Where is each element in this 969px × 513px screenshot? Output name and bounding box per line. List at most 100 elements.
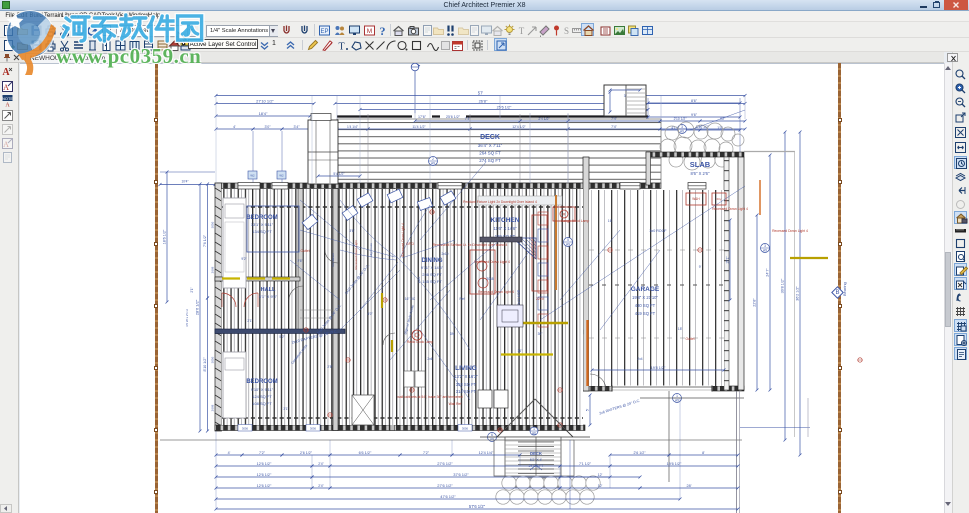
svg-text:Outlet: Outlet xyxy=(300,249,309,253)
svg-text:19'8 1/2": 19'8 1/2" xyxy=(651,366,666,370)
svg-text:25'6 1/2": 25'6 1/2" xyxy=(497,105,512,109)
svg-text:A9: A9 xyxy=(680,129,684,133)
svg-text:DN: DN xyxy=(450,332,455,336)
svg-text:3'4": 3'4" xyxy=(294,125,301,129)
svg-text:7'2": 7'2" xyxy=(259,451,266,455)
svg-text:3'1": 3'1" xyxy=(283,407,288,411)
svg-text:GARAGE: GARAGE xyxy=(631,286,660,293)
svg-text:314 SQ FT: 314 SQ FT xyxy=(456,389,477,394)
svg-text:22'8": 22'8" xyxy=(753,298,757,307)
svg-text:236 SQ FT: 236 SQ FT xyxy=(422,272,442,277)
svg-text:A9: A9 xyxy=(675,398,679,402)
svg-text:Pendant Fixture Light 2x Downl: Pendant Fixture Light 2x Downlight Over … xyxy=(463,200,537,204)
svg-text:3'6 W x 2'1 H: 3'6 W x 2'1 H xyxy=(185,309,189,327)
svg-text:4': 4' xyxy=(233,125,236,129)
svg-text:9'6": 9'6" xyxy=(691,113,698,117)
svg-text:18'4": 18'4" xyxy=(259,111,268,116)
svg-text:3: 3 xyxy=(764,244,766,248)
svg-text:DECK: DECK xyxy=(530,451,542,456)
svg-text:Recessed Down Light 4: Recessed Down Light 4 xyxy=(478,290,514,294)
svg-text:2x10: 2x10 xyxy=(417,276,421,283)
svg-text:9': 9' xyxy=(699,265,702,269)
svg-text:2'1": 2'1" xyxy=(190,287,194,292)
svg-text:2'4 1/2": 2'4 1/2" xyxy=(538,117,550,121)
svg-text:264 SQ FT: 264 SQ FT xyxy=(479,151,501,156)
svg-text:12': 12' xyxy=(598,473,603,477)
svg-text:Cantilever: Cantilever xyxy=(331,253,335,267)
svg-text:27'6 1/2": 27'6 1/2" xyxy=(437,483,453,488)
svg-text:7'4": 7'4" xyxy=(611,117,618,121)
svg-text:Ref: Ref xyxy=(460,297,465,301)
svg-text:5: 5 xyxy=(567,238,569,242)
svg-text:Radio Clock Lamp: Radio Clock Lamp xyxy=(407,340,433,344)
svg-text:Recessed Down Light: Recessed Down Light xyxy=(354,240,358,269)
svg-text:9'11" X 14'6": 9'11" X 14'6" xyxy=(421,265,444,270)
svg-text:3056: 3056 xyxy=(242,427,249,431)
svg-text:7'1 1/2": 7'1 1/2" xyxy=(579,462,592,466)
svg-text:10'4": 10'4" xyxy=(181,180,188,184)
svg-text:3'6": 3'6" xyxy=(349,229,354,233)
svg-text:Recessed Down Light 4: Recessed Down Light 4 xyxy=(474,260,510,264)
svg-text:36'4" X 7'11": 36'4" X 7'11" xyxy=(478,143,503,148)
svg-text:LIVING: LIVING xyxy=(455,365,477,372)
svg-text:6'6 1/2": 6'6 1/2" xyxy=(359,451,372,455)
svg-text:12'6 1/2": 12'6 1/2" xyxy=(257,484,272,488)
svg-text:25'6 1/2": 25'6 1/2" xyxy=(446,115,461,119)
svg-text:4'1" X 9'3": 4'1" X 9'3" xyxy=(259,294,278,299)
svg-text:220V: 220V xyxy=(536,297,545,301)
svg-text:13'1" X 9'11": 13'1" X 9'11" xyxy=(251,222,274,227)
svg-text:15'1": 15'1" xyxy=(726,255,730,263)
svg-text:5'4 1/2": 5'4 1/2" xyxy=(333,172,345,176)
svg-text:Dry: Dry xyxy=(717,197,722,201)
svg-text:NOTE: NOTE xyxy=(2,96,13,101)
svg-text:align truss: align truss xyxy=(369,243,373,257)
svg-text:3056: 3056 xyxy=(211,356,215,363)
svg-text:?: ? xyxy=(380,24,386,37)
svg-text:SLAB: SLAB xyxy=(690,160,711,169)
svg-text:5'2" X 4': 5'2" X 4' xyxy=(530,458,543,462)
svg-text:19'8" X 21'10": 19'8" X 21'10" xyxy=(632,295,659,300)
svg-text:2'8": 2'8" xyxy=(327,365,332,369)
svg-text:BEDROOM: BEDROOM xyxy=(246,215,277,221)
svg-text:T: T xyxy=(519,26,525,36)
svg-text:2x6: 2x6 xyxy=(427,357,432,361)
svg-text:2'1": 2'1" xyxy=(247,319,252,323)
svg-text:57'6 1/2": 57'6 1/2" xyxy=(469,504,486,509)
svg-text:2x10: 2x10 xyxy=(442,252,449,256)
svg-text:Recessed Down Light 4: Recessed Down Light 4 xyxy=(401,223,405,257)
svg-text:28': 28' xyxy=(687,484,692,488)
svg-text:EP: EP xyxy=(320,29,328,35)
svg-text:DINING: DINING xyxy=(422,258,443,264)
svg-text:Recessed Down Light 4: Recessed Down Light 4 xyxy=(772,229,808,233)
svg-text:S: S xyxy=(564,26,569,36)
svg-text:Recessed Down Light 4: Recessed Down Light 4 xyxy=(712,207,748,211)
svg-text:4': 4' xyxy=(228,451,231,455)
svg-text:3068: 3068 xyxy=(486,277,493,281)
svg-text:3056: 3056 xyxy=(462,427,469,431)
svg-text:37'6 1/2": 37'6 1/2" xyxy=(453,472,469,477)
svg-text:2'6 1/2": 2'6 1/2" xyxy=(300,451,313,455)
svg-text:7'2": 7'2" xyxy=(423,451,430,455)
svg-text:3x0 ROOF: 3x0 ROOF xyxy=(649,229,667,233)
svg-text:2'6 1/2": 2'6 1/2" xyxy=(634,451,647,455)
svg-text:11'6" X 14'6": 11'6" X 14'6" xyxy=(493,226,517,231)
svg-text:3056: 3056 xyxy=(310,427,317,431)
svg-text:wall cabinets at 54", base 36": wall cabinets at 54", base 36" are tempe… xyxy=(397,395,462,399)
svg-text:2'6": 2'6" xyxy=(297,259,302,263)
svg-text:BEDROOM: BEDROOM xyxy=(246,379,277,385)
svg-text:274 SQ FT: 274 SQ FT xyxy=(479,158,501,163)
svg-text:6: 6 xyxy=(491,433,493,437)
svg-text:W2: W2 xyxy=(279,174,284,178)
svg-text:57': 57' xyxy=(478,90,484,95)
svg-text:11'4 1/2": 11'4 1/2" xyxy=(412,125,426,129)
svg-text:A6: A6 xyxy=(532,431,536,435)
svg-text:145 SQ FT: 145 SQ FT xyxy=(422,279,442,284)
svg-text:A9: A9 xyxy=(566,242,570,246)
svg-text:A: A xyxy=(3,140,9,149)
svg-text:7'6 1/2": 7'6 1/2" xyxy=(203,234,207,247)
svg-text:124 SQ FT: 124 SQ FT xyxy=(252,394,272,399)
svg-text:13'2" X 16'3": 13'2" X 16'3" xyxy=(454,374,478,379)
svg-text:A: A xyxy=(5,103,10,108)
svg-text:Flush Fixture: Flush Fixture xyxy=(533,241,537,259)
svg-text:30'8 1/2": 30'8 1/2" xyxy=(781,278,785,293)
